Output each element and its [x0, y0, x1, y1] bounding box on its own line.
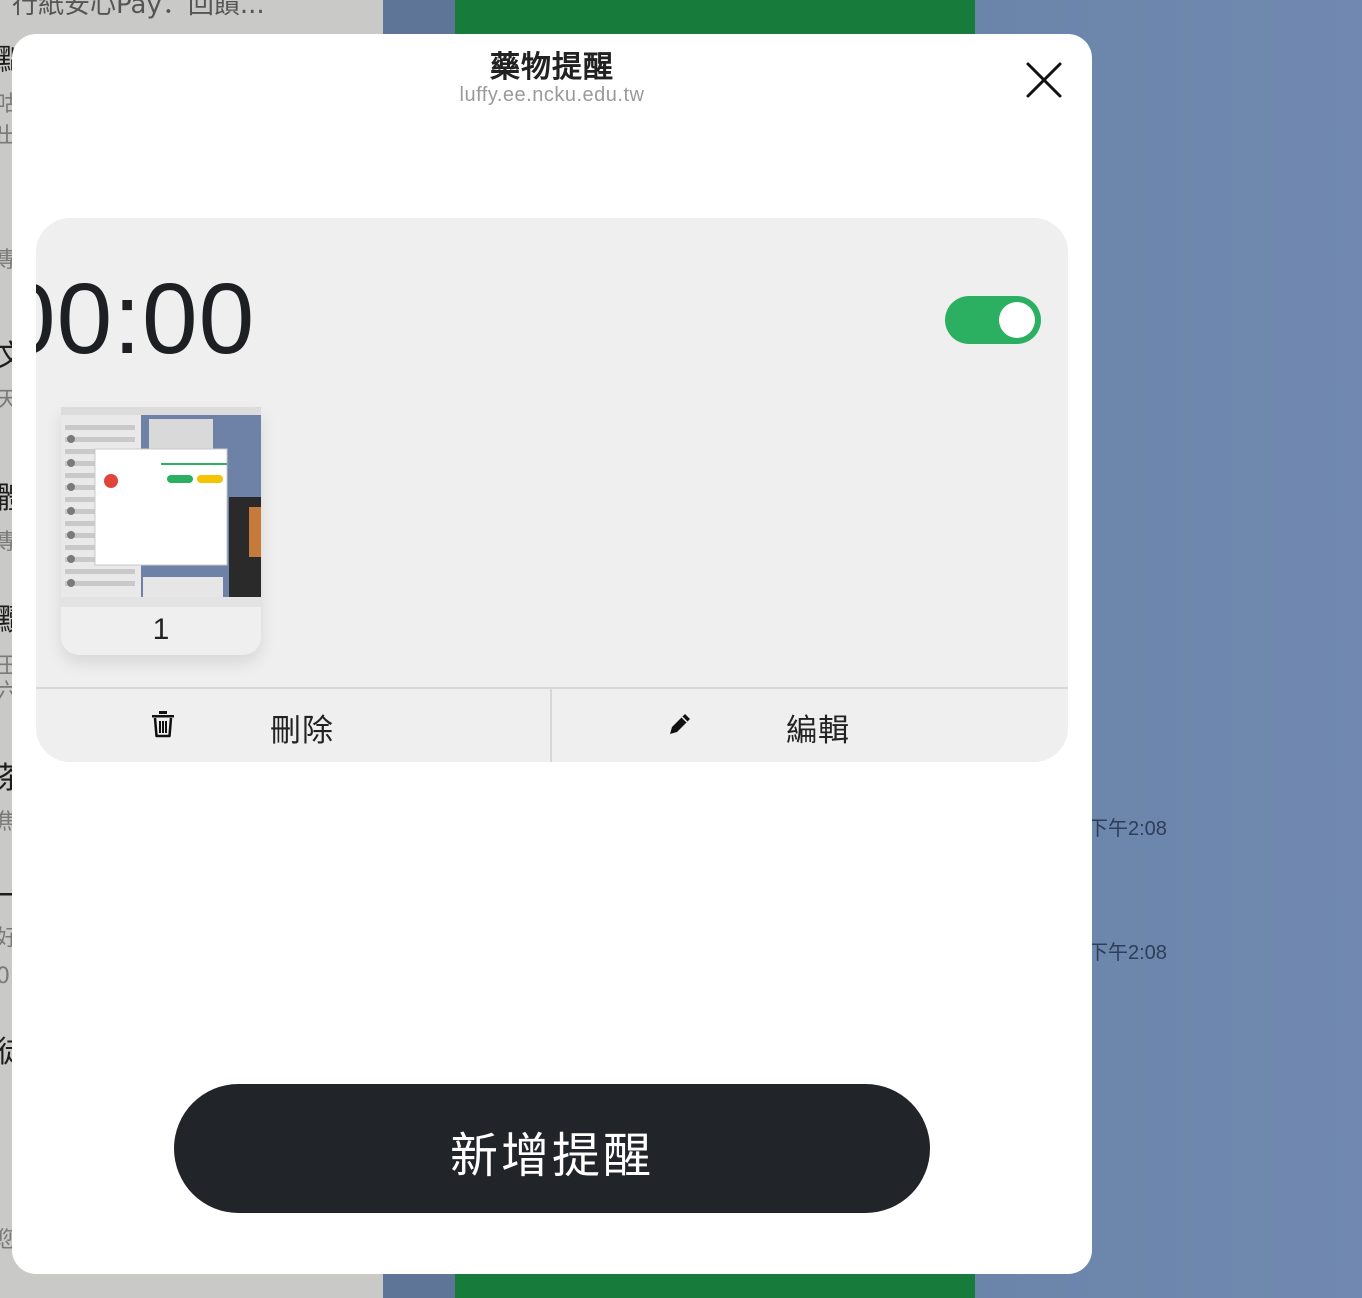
medication-reminder-dialog: 藥物提醒 luffy.ee.ncku.edu.tw 00:00: [12, 34, 1092, 1274]
attached-image-card[interactable]: 1: [61, 407, 261, 655]
edit-button[interactable]: 編輯: [552, 689, 1068, 762]
add-reminder-button[interactable]: 新增提醒: [174, 1084, 930, 1213]
background-message-time: 下午2:08: [1088, 942, 1167, 964]
attached-image-thumbnail: [61, 407, 261, 607]
dialog-title: 藥物提醒: [490, 50, 614, 85]
trash-icon: [152, 711, 174, 738]
close-icon: [1026, 62, 1062, 98]
screenshot-thumbnail-graphic: [61, 407, 261, 607]
reminder-card: 00:00: [36, 218, 1068, 762]
attached-image-label: 1: [152, 613, 170, 646]
close-button[interactable]: [1022, 58, 1066, 102]
add-reminder-label: 新增提醒: [449, 1128, 654, 1184]
reminder-actions: 刪除 編輯: [36, 687, 1068, 762]
delete-button[interactable]: 刪除: [36, 689, 552, 762]
edit-label: 編輯: [786, 713, 850, 749]
toggle-knob: [999, 302, 1035, 338]
background-message-time: 下午2:08: [1088, 818, 1167, 840]
dialog-subtitle: luffy.ee.ncku.edu.tw: [459, 84, 645, 106]
reminder-time[interactable]: 00:00: [36, 254, 255, 384]
background-top-text: 行紙安心Pay：回饋...: [12, 0, 265, 20]
delete-label: 刪除: [270, 713, 334, 749]
pencil-icon: [670, 714, 690, 734]
reminder-toggle[interactable]: [945, 296, 1041, 344]
background-edge-text: 0: [0, 964, 10, 989]
